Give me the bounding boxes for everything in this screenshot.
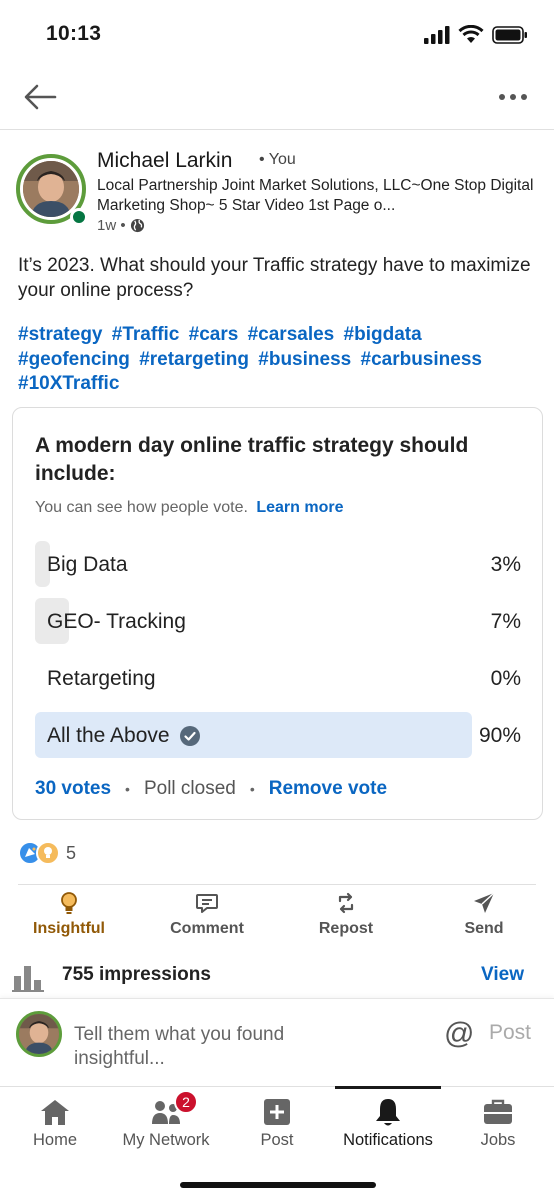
send-icon <box>474 892 495 913</box>
tab-post[interactable]: Post <box>246 1087 308 1167</box>
status-bar: 10:13 <box>0 0 554 70</box>
hashtag[interactable]: #cars <box>189 324 239 345</box>
comment-input[interactable]: Tell them what you found insightful... <box>74 1023 344 1071</box>
hashtag[interactable]: #carsales <box>248 324 335 345</box>
comment-button[interactable]: Comment <box>147 890 267 946</box>
hashtag[interactable]: #carbusiness <box>361 349 482 370</box>
status-time: 10:13 <box>46 22 102 45</box>
comment-icon <box>196 894 218 913</box>
poll-card: A modern day online traffic strategy sho… <box>12 407 543 820</box>
lightbulb-icon <box>61 892 77 914</box>
poll-option[interactable]: Retargeting 0% <box>35 655 521 701</box>
briefcase-icon <box>484 1099 512 1124</box>
reactions-summary[interactable]: 5 <box>18 840 76 866</box>
view-analytics-link[interactable]: View <box>481 964 524 986</box>
online-status-dot <box>70 208 88 226</box>
hashtag[interactable]: #Traffic <box>112 324 180 345</box>
arrow-left-icon <box>24 84 57 110</box>
commenter-avatar <box>16 1011 62 1057</box>
hashtag[interactable]: #geofencing <box>18 349 130 370</box>
top-nav <box>0 70 554 130</box>
post-time: 1w • <box>97 217 126 234</box>
poll-footer: 30 votes • Poll closed • Remove vote <box>35 778 388 800</box>
impressions-row: 755 impressions View <box>0 958 554 998</box>
hashtag[interactable]: #bigdata <box>344 324 422 345</box>
more-options-button[interactable] <box>496 84 532 110</box>
comment-composer: Tell them what you found insightful... @… <box>0 998 554 1086</box>
ellipsis-icon <box>499 94 527 100</box>
poll-option-label: GEO- Tracking <box>47 610 186 633</box>
tab-home[interactable]: Home <box>20 1087 90 1167</box>
hashtags: #strategy #Traffic #cars #carsales #bigd… <box>18 323 538 397</box>
author-headline: Local Partnership Joint Market Solutions… <box>97 177 534 214</box>
insightful-button[interactable]: Insightful <box>9 890 129 946</box>
poll-option-percent: 0% <box>490 667 521 690</box>
poll-option[interactable]: GEO- Tracking 7% <box>35 598 521 644</box>
notification-badge: 2 <box>174 1090 198 1114</box>
action-bar: Insightful Comment Repost Send <box>0 890 554 950</box>
hashtag[interactable]: #retargeting <box>139 349 249 370</box>
wifi-icon <box>458 25 484 43</box>
poll-note: You can see how people vote. Learn more <box>35 499 344 517</box>
reaction-count: 5 <box>66 842 77 863</box>
tab-notifications[interactable]: Notifications <box>335 1086 441 1167</box>
post-meta: 1w • <box>97 217 145 234</box>
author-name[interactable]: Michael Larkin <box>97 149 232 173</box>
poll-option-label: Retargeting <box>47 667 156 690</box>
globe-icon <box>130 218 144 233</box>
poll-option-selected[interactable]: All the Above 90% <box>35 712 521 758</box>
analytics-bar-icon <box>12 966 44 992</box>
poll-option-label: Big Data <box>47 553 128 576</box>
poll-option-percent: 7% <box>490 610 521 633</box>
check-circle-icon <box>179 726 200 746</box>
impressions-count: 755 impressions <box>62 964 211 985</box>
post-comment-button[interactable]: Post <box>489 1021 531 1045</box>
send-button[interactable]: Send <box>424 890 544 946</box>
mention-icon[interactable]: @ <box>444 1017 474 1051</box>
learn-more-link[interactable]: Learn more <box>256 499 343 516</box>
hashtag[interactable]: #business <box>258 349 351 370</box>
post-text: It’s 2023. What should your Traffic stra… <box>18 255 531 301</box>
poll-option[interactable]: Big Data 3% <box>35 541 521 587</box>
avatar-photo <box>23 161 79 217</box>
tab-jobs[interactable]: Jobs <box>468 1087 528 1167</box>
cellular-signal-icon <box>424 25 450 44</box>
divider <box>18 884 536 885</box>
bell-icon <box>376 1099 400 1126</box>
votes-link[interactable]: 30 votes <box>35 778 111 800</box>
repost-icon <box>338 892 354 914</box>
poll-question: A modern day online traffic strategy sho… <box>35 434 469 485</box>
poll-option-label: All the Above <box>47 724 200 748</box>
insightful-reaction-icon <box>36 841 60 865</box>
home-indicator <box>180 1182 376 1188</box>
repost-button[interactable]: Repost <box>286 890 406 946</box>
home-icon <box>41 1100 69 1125</box>
post-header: Michael Larkin • You Local Partnership J… <box>0 130 554 240</box>
plus-square-icon <box>264 1099 290 1125</box>
poll-option-percent: 90% <box>478 724 521 747</box>
author-you-label: • You <box>259 151 296 168</box>
remove-vote-link[interactable]: Remove vote <box>269 778 387 800</box>
status-icons <box>424 25 528 44</box>
poll-note-text: You can see how people vote. <box>35 499 248 516</box>
poll-option-percent: 3% <box>490 553 521 576</box>
poll-status: Poll closed <box>143 778 236 799</box>
battery-icon <box>492 25 527 44</box>
author-avatar[interactable] <box>16 154 88 226</box>
hashtag[interactable]: #strategy <box>18 324 103 345</box>
hashtag[interactable]: #10XTraffic <box>18 373 119 394</box>
tab-my-network[interactable]: 2 My Network <box>114 1087 218 1167</box>
back-button[interactable] <box>22 82 58 112</box>
